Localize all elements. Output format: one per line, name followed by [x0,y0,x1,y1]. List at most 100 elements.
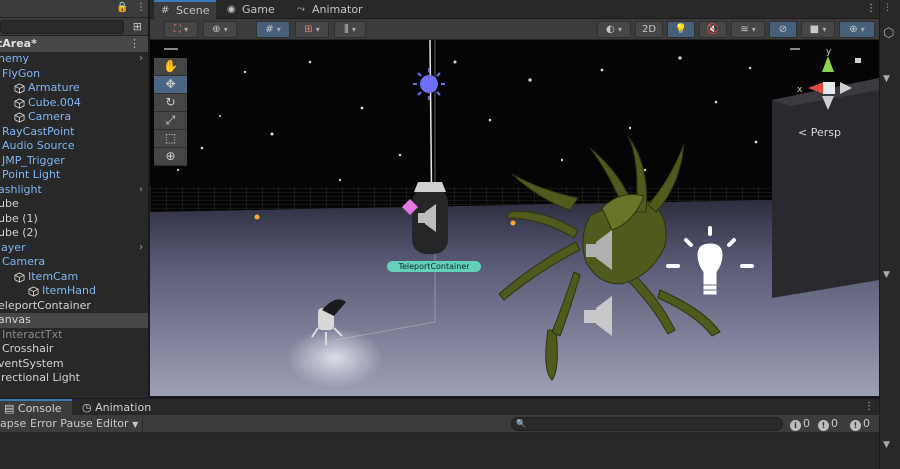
rect-tool[interactable]: ⬚ [154,130,187,148]
scene-viewport[interactable]: y x ✋ ✥ ↻ ⤢ ⬚ ⊕ < Persp TeleportContainer [150,40,879,396]
inspector-panel-edge: ⋮ ⬡ ▼ ▼ ▼ [879,0,900,469]
scene-tools: ✋ ✥ ↻ ⤢ ⬚ ⊕ [154,58,187,166]
console-log-area[interactable] [0,433,879,469]
info-count[interactable]: i0 [790,415,810,433]
scene-menu-icon[interactable]: ⋮ [129,37,140,50]
hierarchy-item-label: JMP_Trigger [2,153,65,167]
hierarchy-search-input[interactable] [0,20,124,34]
hierarchy-item-label: RayCastPoint [2,124,75,138]
hierarchy-item[interactable]: ItemCam [0,270,148,285]
hierarchy-item-label: layer [0,240,26,254]
gizmos-button[interactable]: ⊕ ▾ [839,21,875,38]
directional-light-gizmo [413,68,445,100]
hierarchy-item[interactable]: Cube.004 [0,96,148,111]
tab-scene[interactable]: # Scene [154,0,216,19]
hierarchy-item[interactable]: I FlyGon [0,67,148,82]
add-object-icon[interactable]: ⊞ [133,20,142,33]
kebab-menu-icon[interactable]: ⋮ [136,2,146,13]
tab-animation[interactable]: ◷ Animation [78,399,152,416]
globe-icon: ⊕ [212,24,221,35]
hierarchy-item-label: InteractTxt [2,327,63,341]
hierarchy-item[interactable]: Camera [0,110,148,125]
effects-icon: ≋ [740,24,749,35]
hierarchy-item-label: Point Light [2,168,61,181]
teleport-container-label: TeleportContainer [387,261,481,272]
hierarchy-item[interactable]: I Camera [0,255,148,270]
hierarchy-item[interactable]: layer › [0,241,148,256]
global-pivot-button[interactable]: ⊕ ▾ [203,21,237,38]
animation-icon: ◷ [82,401,96,414]
scene-header-row[interactable]: tArea* ⋮ [0,36,148,52]
scale-tool[interactable]: ⤢ [154,112,187,130]
hierarchy-item[interactable]: eleportContainer [0,299,148,314]
hierarchy-item-label: Armature [28,81,80,94]
lock-icon[interactable]: 🔒 [116,2,128,13]
tab-label: Scene [176,4,210,17]
hierarchy-item[interactable]: I JMP_Trigger [0,154,148,169]
2d-toggle[interactable]: 2D [635,21,663,38]
error-pause-button[interactable]: Error Pause [26,415,98,433]
hierarchy-item[interactable]: ube [0,197,148,212]
hierarchy-item-label: Camera [2,255,46,268]
gameobject-cube-icon [14,97,25,109]
hierarchy-item[interactable]: I Audio Source [0,139,148,154]
expand-arrow-icon[interactable]: › [139,183,143,198]
hierarchy-item[interactable]: irectional Light [0,371,148,386]
audio-toggle[interactable]: 🔇 [699,21,727,38]
hierarchy-item[interactable]: ItemHand [0,284,148,299]
hierarchy-item[interactable]: I Crosshair [0,342,148,357]
hierarchy-item-label: ventSystem [0,356,64,370]
player-flashlight-glow [287,328,383,388]
tab-animator[interactable]: ⤳ Animator [290,0,363,19]
tab-game[interactable]: ◉ Game [220,0,286,19]
tab-console[interactable]: ▤ Console [0,399,72,416]
hand-tool[interactable]: ✋ [154,58,187,76]
ruler-button[interactable]: ⫼ ▾ [334,21,366,38]
lighting-toggle[interactable]: 💡 [667,21,695,38]
axis-x-label: x [797,85,803,95]
perspective-label[interactable]: < Persp [798,126,841,139]
increment-snap-button[interactable]: ⊞ ▾ [295,21,329,38]
star-field [176,56,758,182]
hierarchy-item[interactable]: ube (2) [0,226,148,241]
hierarchy-item[interactable]: I Point Light [0,168,148,183]
expand-arrow-icon[interactable]: › [139,52,143,67]
audio-mute-icon: 🔇 [706,24,720,35]
hierarchy-search-bar: ⊞ [0,18,148,36]
collapse-arrow-icon[interactable]: ▼ [883,74,890,84]
cube-icon: ⬡ [883,26,895,41]
gameobject-cube-icon [14,112,25,123]
console-menu-icon[interactable]: ⋮ [864,401,874,412]
axis-y-label: y [826,47,832,57]
visibility-toggle[interactable]: ⊘ [769,21,797,38]
grid-snap-button[interactable]: # ▾ [256,21,290,38]
move-tool[interactable]: ✥ [154,76,187,94]
camera-button[interactable]: ■ ▾ [801,21,835,38]
expand-arrow-icon[interactable]: › [139,241,143,256]
shading-button[interactable]: ◐ ▾ [597,21,631,38]
effects-toggle[interactable]: ≋ ▾ [731,21,765,38]
hierarchy-item[interactable]: I InteractTxt [0,328,148,343]
hierarchy-item-label: ItemHand [42,284,97,297]
hierarchy-item[interactable]: Armature [0,81,148,96]
snap-icon: ⊞ [304,24,313,35]
editor-dropdown[interactable]: Editor ▼ [92,415,144,433]
draw-mode-button[interactable]: ⛶ ▾ [164,21,198,38]
hierarchy-item[interactable]: I RayCastPoint [0,125,148,140]
scene-menu-icon[interactable]: ⋮ [866,3,876,14]
inspector-menu-icon[interactable]: ⋮ [883,3,892,13]
transform-tool[interactable]: ⊕ [154,148,187,166]
console-search-input[interactable]: 🔍 [511,417,783,431]
hierarchy-item[interactable]: nemy › [0,52,148,67]
hierarchy-item[interactable]: ventSystem [0,357,148,372]
hierarchy-item[interactable]: ashlight › [0,183,148,198]
collapse-arrow-icon[interactable]: ▼ [883,270,890,280]
console-tab-bar: ▤ Console ◷ Animation ⋮ [0,398,879,416]
hierarchy-item[interactable]: ube (1) [0,212,148,227]
collapse-arrow-icon[interactable]: ▼ [883,440,890,450]
rotate-tool[interactable]: ↻ [154,94,187,112]
error-count[interactable]: ! 0 [850,415,870,433]
warning-count[interactable]: ! 0 [818,415,838,433]
editor-dropdown-label: Editor [96,417,129,430]
hierarchy-item[interactable]: anvas [0,313,148,328]
